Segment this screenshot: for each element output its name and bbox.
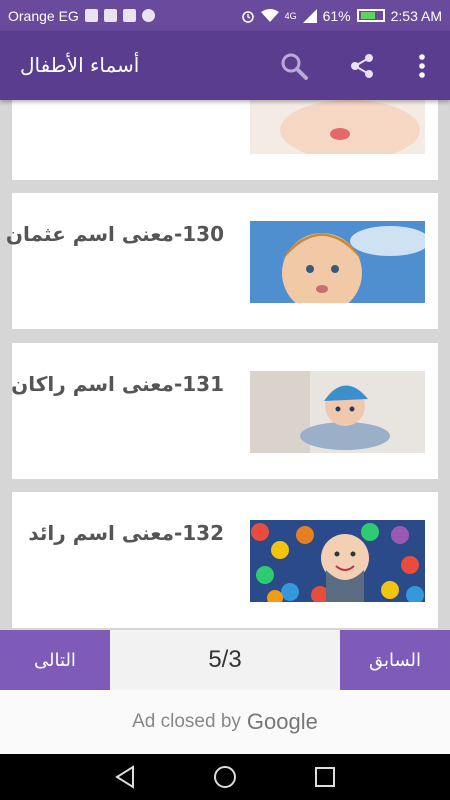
child-photo	[250, 520, 425, 602]
battery-percent: 61%	[322, 7, 351, 24]
battery-icon	[356, 9, 385, 22]
names-list[interactable]: 130-معنى اسم عثمان 131-معنى اسم راكان 13…	[0, 100, 450, 630]
ad-banner: Ad closed by Google	[0, 690, 450, 754]
next-button[interactable]: التالى	[0, 630, 110, 690]
page-indicator: 5/3	[208, 646, 242, 673]
network-type: 4G	[284, 10, 297, 21]
list-item[interactable]: 131-معنى اسم راكان	[11, 343, 438, 479]
notification-icon	[103, 9, 117, 22]
home-button[interactable]	[211, 764, 239, 790]
search-button[interactable]	[277, 49, 311, 83]
carrier-label: Orange EG	[8, 7, 79, 24]
image-icon	[122, 9, 136, 22]
system-nav-bar	[0, 754, 450, 800]
pagination-bar: التالى 5/3 السابق	[0, 630, 450, 690]
child-photo	[250, 100, 425, 154]
recents-button[interactable]	[311, 764, 339, 790]
share-button[interactable]	[345, 49, 379, 83]
status-right: 4G 61% 2:53 AM	[241, 8, 442, 24]
card-title: 130-معنى اسم عثمان	[5, 222, 224, 246]
clock: 2:53 AM	[390, 7, 442, 24]
signal-icon	[302, 8, 317, 23]
child-photo	[250, 371, 425, 453]
search-icon	[281, 53, 308, 80]
card-title: 131-معنى اسم راكان	[11, 372, 224, 396]
recents-icon	[315, 767, 335, 787]
back-button[interactable]	[111, 764, 139, 790]
phone-icon	[141, 9, 155, 22]
child-photo	[250, 221, 425, 303]
status-bar: Orange EG 4G 61% 2:53 AM	[0, 0, 450, 31]
alarm-icon	[241, 10, 254, 23]
list-item[interactable]	[12, 100, 438, 180]
home-icon	[214, 766, 236, 788]
more-vert-icon	[419, 54, 425, 78]
google-logo: Google	[246, 709, 318, 734]
overflow-menu-button[interactable]	[405, 49, 439, 83]
back-icon	[115, 765, 134, 789]
app-title: أسماء الأطفال	[20, 53, 140, 77]
card-title: 132-معنى اسم رائد	[28, 521, 224, 545]
list-item[interactable]: 132-معنى اسم رائد	[12, 492, 438, 628]
ad-closed-text: Ad closed by	[132, 711, 241, 732]
wifi-icon	[260, 8, 279, 22]
notification-icon	[84, 9, 98, 22]
previous-button[interactable]: السابق	[340, 630, 450, 690]
app-bar: أسماء الأطفال	[0, 31, 450, 100]
list-item[interactable]: 130-معنى اسم عثمان	[6, 193, 438, 329]
status-left: Orange EG	[8, 8, 155, 24]
share-icon	[351, 54, 373, 78]
